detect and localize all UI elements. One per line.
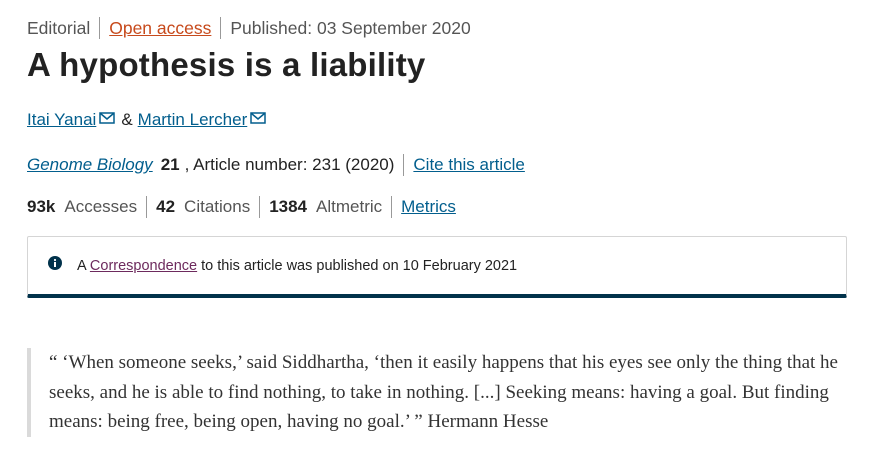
cite-article-link[interactable]: Cite this article — [413, 155, 524, 175]
citations-label: Citations — [184, 197, 251, 216]
published-date: Published: 03 September 2020 — [230, 17, 471, 38]
divider — [403, 154, 405, 176]
altmetric-label: Altmetric — [316, 197, 383, 216]
mail-icon[interactable] — [99, 110, 116, 124]
info-icon — [48, 256, 62, 270]
correspondence-link[interactable]: Correspondence — [90, 258, 197, 274]
page-title: A hypothesis is a liability — [27, 46, 426, 83]
divider — [259, 196, 261, 218]
volume: 21 — [160, 155, 180, 174]
notice-suffix: to this article was published on 10 Febr… — [201, 258, 518, 274]
journal-link[interactable]: Genome Biology — [27, 155, 153, 175]
divider — [146, 196, 148, 218]
correspondence-notice: A Correspondence to this article was pub… — [27, 236, 847, 298]
notice-text: A Correspondence to this article was pub… — [77, 258, 517, 274]
article-meta: Editorial Open access Published: 03 Sept… — [27, 17, 471, 39]
accesses-count: 93k — [27, 197, 56, 216]
metrics-link[interactable]: Metrics — [401, 197, 456, 217]
divider — [391, 196, 393, 218]
citations-count: 42 — [156, 197, 176, 216]
citation-line: Genome Biology 21 , Article number: 231 … — [27, 154, 525, 176]
author-separator: & — [121, 110, 133, 129]
author-link-martin-lercher[interactable]: Martin Lercher — [138, 110, 248, 130]
accesses-label: Accesses — [64, 197, 138, 216]
divider — [220, 17, 222, 39]
metrics-bar: 93k Accesses 42 Citations 1384 Altmetric… — [27, 196, 456, 218]
author-list: Itai Yanai & Martin Lercher — [27, 110, 272, 130]
notice-prefix: A — [77, 258, 86, 274]
article-number: , Article number: 231 (2020) — [184, 155, 395, 174]
article-type: Editorial — [27, 17, 91, 38]
divider — [99, 17, 101, 39]
open-access-link[interactable]: Open access — [109, 18, 211, 39]
altmetric-count: 1384 — [269, 197, 308, 216]
mail-icon[interactable] — [250, 110, 267, 124]
author-link-itai-yanai[interactable]: Itai Yanai — [27, 110, 96, 130]
epigraph-quote: “ ‘When someone seeks,’ said Siddhartha,… — [27, 348, 847, 437]
